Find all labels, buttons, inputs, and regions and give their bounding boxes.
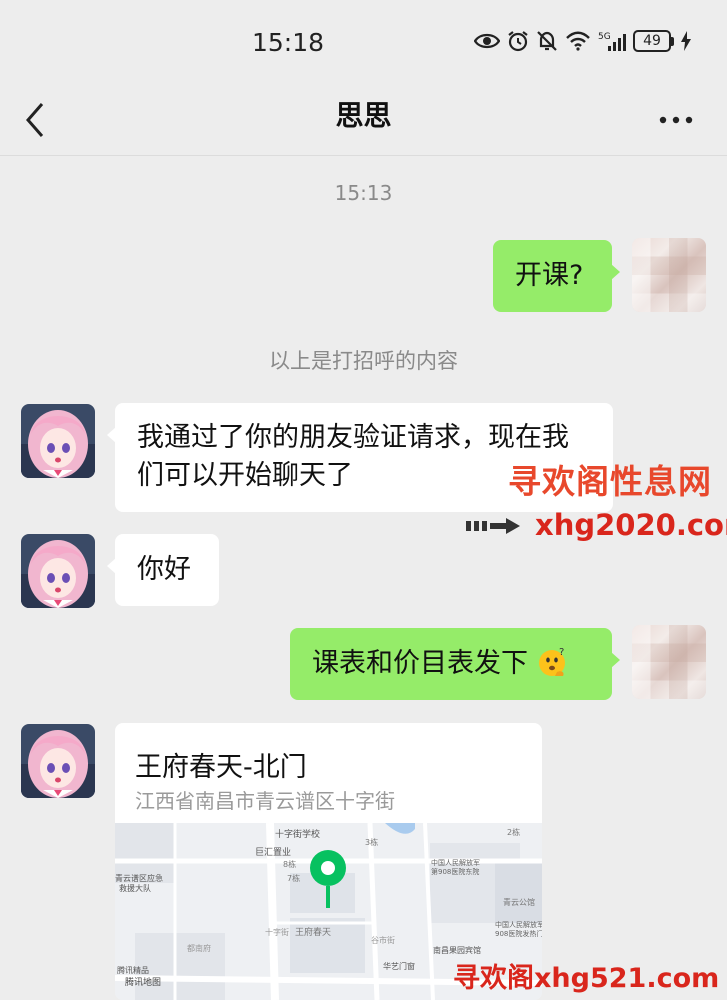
svg-text:?: ?: [559, 647, 564, 658]
svg-text:王府春天: 王府春天: [295, 926, 331, 938]
more-options-button[interactable]: [657, 102, 697, 138]
signal-5g-icon: 5G: [598, 32, 626, 51]
watermark-site-url: xhg2020.com: [535, 508, 727, 542]
svg-text:3栋: 3栋: [365, 837, 378, 847]
status-bar: 15:18 5G 49: [0, 0, 727, 84]
mute-bell-icon: [537, 31, 557, 51]
location-name: 王府春天-北门: [135, 752, 307, 783]
svg-text:青云谱区应急: 青云谱区应急: [115, 873, 163, 883]
message-bubble-out[interactable]: 课表和价目表发下 ?: [290, 628, 620, 700]
svg-text:十字街学校: 十字街学校: [275, 828, 320, 840]
contact-avatar[interactable]: [21, 404, 95, 478]
svg-text:青云公馆: 青云公馆: [503, 897, 535, 907]
wifi-icon: [566, 31, 590, 51]
battery-level: 49: [633, 30, 671, 52]
contact-avatar[interactable]: [21, 724, 95, 798]
thinking-face-emoji-icon: ?: [538, 647, 565, 676]
charging-icon: [681, 31, 691, 51]
svg-text:腾讯地图: 腾讯地图: [125, 976, 161, 988]
location-address: 江西省南昌市青云谱区十字街: [135, 789, 395, 813]
svg-text:巨汇置业: 巨汇置业: [255, 847, 291, 858]
svg-text:华艺门窗: 华艺门窗: [383, 961, 415, 971]
contact-avatar[interactable]: [21, 534, 95, 608]
alarm-icon: [508, 31, 528, 52]
watermark-bottom: 寻欢阁xhg521.com: [453, 963, 720, 994]
more-dots-icon: [659, 116, 693, 124]
eye-icon: [474, 33, 500, 49]
svg-text:第908医院东院: 第908医院东院: [431, 867, 479, 876]
anime-girl-avatar-icon: [21, 724, 95, 798]
svg-text:908医院发热门诊: 908医院发热门诊: [495, 929, 542, 938]
watermark-site-name: 寻欢阁性息网: [508, 462, 712, 501]
svg-text:7栋: 7栋: [287, 873, 300, 883]
message-text: 开课?: [515, 260, 584, 291]
message-text: 你好: [137, 554, 191, 585]
chat-header: 思思: [0, 84, 727, 156]
anime-girl-avatar-icon: [21, 404, 95, 478]
status-icons: 5G 49: [474, 30, 691, 52]
svg-text:2栋: 2栋: [507, 827, 520, 837]
my-avatar[interactable]: [632, 625, 706, 699]
message-bubble-in[interactable]: 你好: [107, 534, 219, 606]
svg-text:8栋: 8栋: [283, 859, 296, 869]
message-text: 课表和价目表发下: [312, 648, 528, 679]
message-text: 我通过了你的朋友验证请求，现在我们可以开始聊天了: [137, 422, 569, 491]
message-bubble-out[interactable]: 开课?: [493, 240, 620, 312]
watermark-arrow-icon: [466, 518, 520, 534]
svg-text:中国人民解放军: 中国人民解放军: [431, 858, 480, 867]
system-notice: 以上是打招呼的内容: [269, 349, 458, 373]
svg-text:十字街: 十字街: [265, 927, 289, 937]
svg-text:腾讯精品: 腾讯精品: [117, 965, 149, 975]
svg-text:都南府: 都南府: [187, 943, 211, 953]
message-timestamp: 15:13: [334, 181, 393, 205]
anime-girl-avatar-icon: [21, 534, 95, 608]
svg-text:5G: 5G: [598, 32, 611, 42]
status-time: 15:18: [252, 28, 325, 57]
svg-text:中国人民解放军: 中国人民解放军: [495, 920, 542, 929]
chat-area[interactable]: 15:13 开课? 以上是打招呼的内容 我通过了你的朋友验证请求，现在我们可以开…: [0, 157, 727, 1000]
battery-indicator: 49: [633, 30, 674, 52]
svg-text:谷市街: 谷市街: [371, 935, 395, 945]
svg-text:南昌果园宾馆: 南昌果园宾馆: [433, 945, 481, 955]
chat-title: 思思: [335, 99, 392, 132]
my-avatar[interactable]: [632, 238, 706, 312]
svg-text:救援大队: 救援大队: [119, 883, 151, 893]
